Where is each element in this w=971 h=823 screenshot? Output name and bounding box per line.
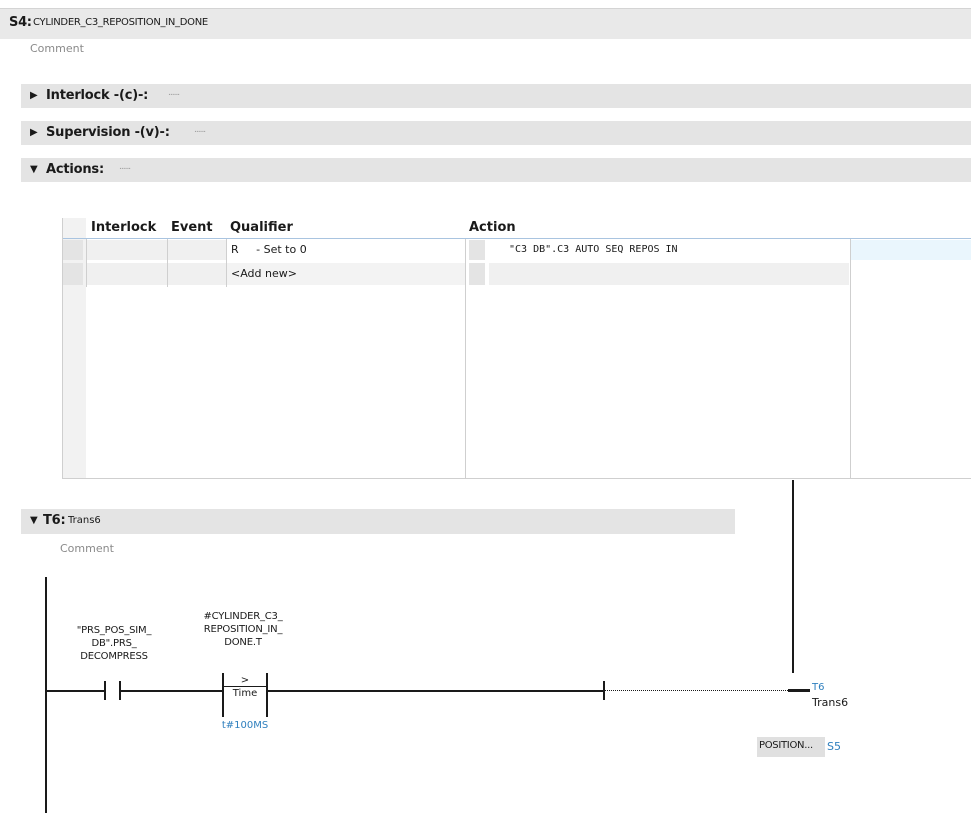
compare-operator: > [240, 675, 250, 686]
dotted-connection [605, 690, 788, 691]
section-supervision-value: ...... [194, 125, 206, 135]
transition-label-id[interactable]: T6 [812, 682, 824, 693]
expand-triangle-icon[interactable]: ▶ [30, 90, 38, 101]
transition-header[interactable]: ▼ T6: Trans6 [21, 509, 735, 534]
header-divider [63, 238, 971, 239]
expand-triangle-icon[interactable]: ▶ [30, 127, 38, 138]
transition-comment[interactable]: Comment [60, 542, 114, 555]
normally-open-contact[interactable] [104, 676, 121, 704]
compare-operand[interactable]: #CYLINDER_C3_ REPOSITION_IN_ DONE.T [175, 610, 311, 649]
compare-value[interactable]: t#100MS [205, 720, 285, 731]
contact-operand[interactable]: "PRS_POS_SIM_ DB".PRS_ DECOMPRESS [58, 624, 170, 663]
step-id: S4: [9, 15, 32, 30]
next-step-box[interactable]: POSITION... [757, 737, 825, 757]
transition-label-name[interactable]: Trans6 [812, 696, 848, 709]
actions-table: Interlock Event Qualifier Action R - Set… [62, 218, 971, 479]
step-name[interactable]: CYLINDER_C3_REPOSITION_IN_DONE [33, 17, 208, 28]
transition-id: T6: [43, 513, 66, 528]
qualifier-cell[interactable]: R - Set to 0 [231, 243, 307, 256]
section-supervision-label: Supervision -(v)-: [46, 125, 170, 140]
row-selector[interactable] [469, 263, 485, 285]
section-actions-value: ...... [119, 162, 131, 172]
next-step-name: POSITION... [759, 740, 813, 751]
section-interlock[interactable]: ▶ Interlock -(c)-: ...... [21, 84, 971, 108]
add-new-qualifier[interactable]: <Add new> [231, 267, 297, 280]
section-interlock-value: ...... [168, 88, 180, 98]
section-interlock-label: Interlock -(c)-: [46, 88, 149, 103]
sequence-link-line [792, 480, 794, 673]
transition-bar [788, 689, 810, 692]
section-actions-label: Actions: [46, 162, 104, 177]
collapse-triangle-icon[interactable]: ▼ [30, 164, 38, 175]
action-cell[interactable]: "C3 DB".C3 AUTO SEQ REPOS IN [509, 244, 678, 255]
section-supervision[interactable]: ▶ Supervision -(v)-: ...... [21, 121, 971, 145]
row-selector[interactable] [63, 240, 83, 260]
transition-name[interactable]: Trans6 [68, 515, 101, 526]
collapse-triangle-icon[interactable]: ▼ [30, 515, 38, 526]
step-header[interactable]: S4: CYLINDER_C3_REPOSITION_IN_DONE [0, 8, 971, 39]
col-header-interlock[interactable]: Interlock [91, 220, 156, 235]
next-step-id[interactable]: S5 [827, 740, 841, 753]
col-header-event[interactable]: Event [171, 220, 213, 235]
compare-type: Time [232, 688, 258, 699]
row-selector[interactable] [63, 263, 83, 285]
step-comment[interactable]: Comment [30, 42, 84, 55]
col-header-qualifier[interactable]: Qualifier [230, 220, 293, 235]
left-power-rail [45, 577, 47, 813]
col-header-action[interactable]: Action [469, 220, 516, 235]
compare-instruction[interactable]: > Time [224, 675, 266, 715]
row-selector[interactable] [469, 240, 485, 260]
section-actions[interactable]: ▼ Actions: ...... [21, 158, 971, 182]
